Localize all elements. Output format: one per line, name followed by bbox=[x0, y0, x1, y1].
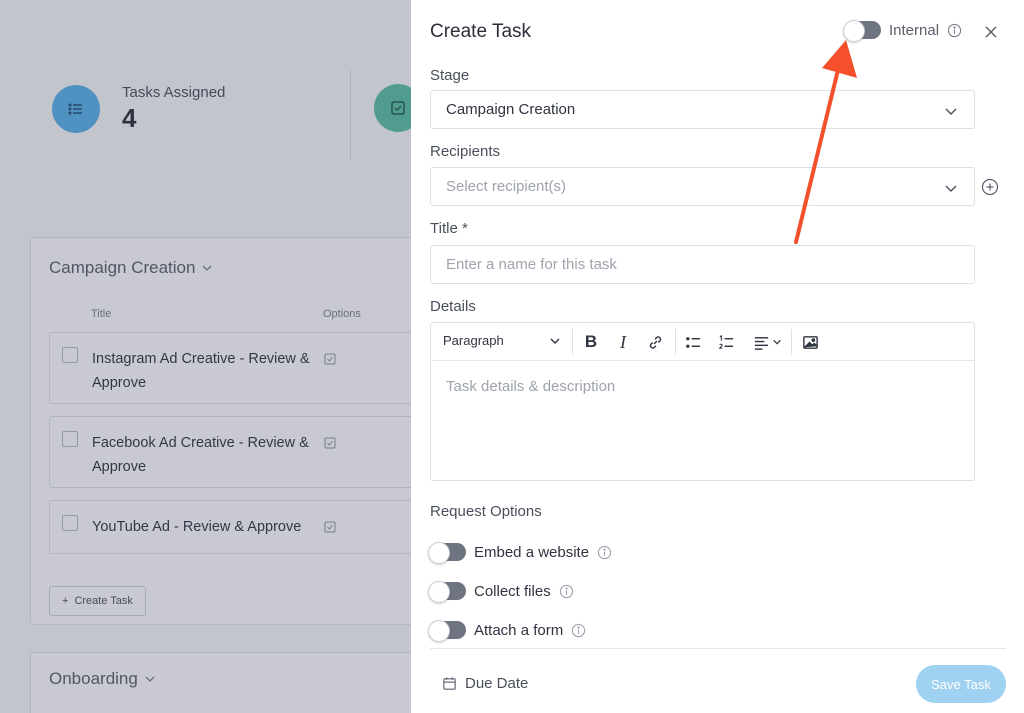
title-placeholder: Enter a name for this task bbox=[446, 256, 617, 273]
footer-divider bbox=[430, 648, 1006, 649]
toolbar-divider bbox=[791, 329, 792, 355]
option-collect-files: Collect files bbox=[428, 581, 574, 603]
info-icon[interactable] bbox=[947, 23, 962, 38]
save-task-button[interactable]: Save Task bbox=[916, 665, 1006, 703]
image-icon[interactable] bbox=[800, 332, 820, 352]
drawer-title: Create Task bbox=[430, 21, 532, 42]
info-icon[interactable] bbox=[559, 584, 574, 599]
chevron-down-icon bbox=[772, 339, 781, 345]
calendar-icon bbox=[443, 677, 456, 690]
italic-icon[interactable]: I bbox=[613, 332, 633, 352]
recipients-label: Recipients bbox=[430, 143, 501, 160]
option-label: Attach a form bbox=[474, 621, 564, 639]
chevron-down-icon bbox=[550, 338, 560, 344]
close-button[interactable] bbox=[981, 22, 1001, 42]
toolbar-divider bbox=[572, 329, 573, 355]
stage-label: Stage bbox=[430, 67, 470, 84]
collect-files-toggle[interactable] bbox=[428, 581, 466, 603]
numbered-list-icon[interactable] bbox=[716, 332, 736, 352]
title-input[interactable]: Enter a name for this task bbox=[430, 245, 975, 284]
info-icon[interactable] bbox=[571, 623, 586, 638]
align-icon[interactable] bbox=[749, 332, 785, 352]
editor-toolbar: Paragraph B I bbox=[431, 323, 974, 361]
recipients-placeholder: Select recipient(s) bbox=[446, 178, 567, 195]
modal-backdrop[interactable] bbox=[0, 0, 411, 713]
chevron-down-icon bbox=[945, 185, 957, 192]
details-editor[interactable]: Paragraph B I Task details & description bbox=[430, 322, 975, 481]
attach-form-toggle[interactable] bbox=[428, 620, 466, 642]
internal-label: Internal bbox=[889, 21, 940, 39]
link-icon[interactable] bbox=[645, 332, 665, 352]
due-date-label: Due Date bbox=[465, 675, 529, 692]
bullet-list-icon[interactable] bbox=[683, 332, 703, 352]
internal-toggle[interactable] bbox=[843, 20, 881, 42]
bold-icon[interactable]: B bbox=[581, 332, 601, 352]
embed-website-toggle[interactable] bbox=[428, 542, 466, 564]
stage-select[interactable]: Campaign Creation bbox=[430, 90, 975, 129]
recipients-select[interactable]: Select recipient(s) bbox=[430, 167, 975, 206]
option-label: Embed a website bbox=[474, 543, 590, 561]
stage-select-value: Campaign Creation bbox=[446, 101, 576, 118]
chevron-down-icon bbox=[945, 108, 957, 115]
toolbar-divider bbox=[675, 329, 676, 355]
paragraph-style-value: Paragraph bbox=[443, 333, 504, 348]
option-embed-website: Embed a website bbox=[428, 542, 612, 564]
add-recipient-icon[interactable] bbox=[981, 178, 999, 196]
details-placeholder: Task details & description bbox=[446, 378, 616, 395]
info-icon[interactable] bbox=[597, 545, 612, 560]
paragraph-style-select[interactable]: Paragraph bbox=[443, 333, 561, 348]
request-options-label: Request Options bbox=[430, 503, 542, 520]
option-attach-form: Attach a form bbox=[428, 620, 586, 642]
due-date-button[interactable]: Due Date bbox=[442, 675, 528, 692]
details-label: Details bbox=[430, 298, 476, 315]
option-label: Collect files bbox=[474, 582, 551, 600]
internal-toggle-group: Internal bbox=[843, 20, 962, 42]
create-task-drawer: Create Task Internal Stage Campaign Crea… bbox=[411, 0, 1024, 713]
close-icon bbox=[985, 26, 997, 38]
title-label: Title * bbox=[430, 220, 468, 237]
